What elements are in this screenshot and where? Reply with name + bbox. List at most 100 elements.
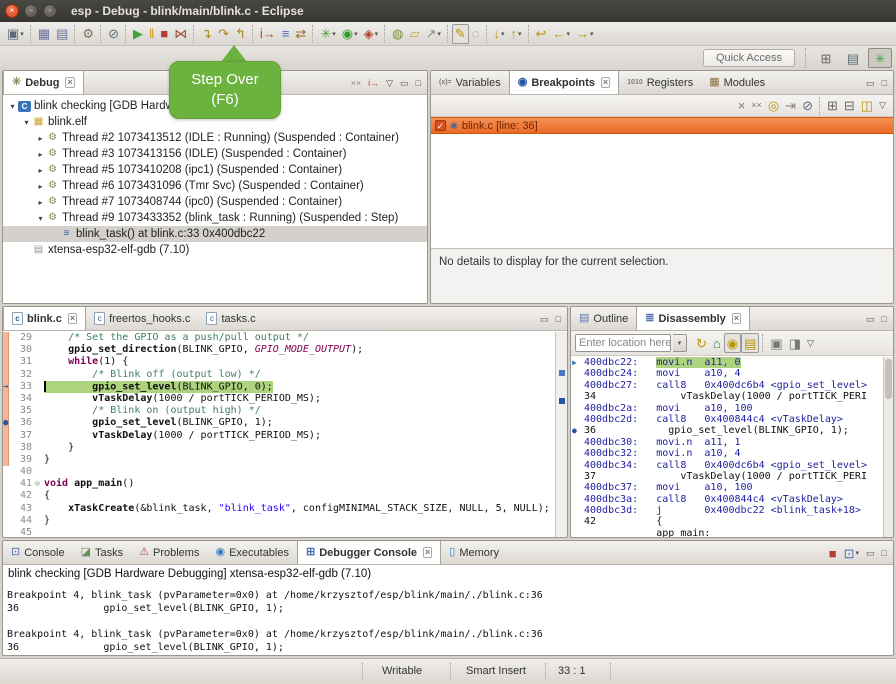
- step-filters-button[interactable]: ≡: [279, 24, 293, 44]
- link-with-debug-view-button[interactable]: ◫: [858, 96, 876, 116]
- disassembly-gutter[interactable]: ●: [571, 425, 584, 436]
- breakpoints-panel-tab-breakpoints[interactable]: ◉Breakpoints×: [509, 71, 619, 94]
- coverage-button[interactable]: ◍: [389, 24, 406, 44]
- debug-tree-item[interactable]: ▤xtensa-esp32-elf-gdb (7.10): [3, 242, 427, 258]
- maximize-button[interactable]: □: [879, 544, 890, 562]
- launch-button[interactable]: ↗▾: [422, 24, 443, 44]
- disassembly-gutter[interactable]: [571, 403, 584, 414]
- previous-annotation-button[interactable]: ↑▾: [508, 24, 525, 44]
- minimize-button[interactable]: ▭: [863, 74, 878, 92]
- step-into-button[interactable]: ↴: [198, 24, 215, 44]
- remove-breakpoint-button[interactable]: ×: [735, 96, 749, 116]
- minimize-button[interactable]: ▭: [863, 310, 878, 328]
- annotation-gutter[interactable]: [3, 503, 13, 515]
- minimize-button[interactable]: ▭: [537, 310, 552, 328]
- go-home-button[interactable]: ⌂: [710, 333, 724, 353]
- skip-all-breakpoints-button[interactable]: ⊘: [105, 24, 122, 44]
- breakpoint-icon[interactable]: ●: [3, 417, 8, 429]
- disassembly-gutter[interactable]: [571, 437, 584, 448]
- view-menu-button[interactable]: ▽: [383, 74, 396, 92]
- ip-ruler-marker[interactable]: [559, 370, 565, 376]
- breakpoints-panel-tab-modules[interactable]: ▦Modules: [701, 71, 773, 94]
- show-source-button[interactable]: ▤: [741, 333, 759, 353]
- mark-occurrences-button[interactable]: ✎: [452, 24, 469, 44]
- code-line-32[interactable]: 32 /* Blink off (output low) */: [3, 369, 555, 381]
- debug-tree-item[interactable]: ≡blink_task() at blink.c:33 0x400dbc22: [3, 226, 427, 242]
- breakpoint-row[interactable]: ✓ ◉ blink.c [line: 36]: [431, 117, 893, 134]
- annotation-gutter[interactable]: [3, 515, 13, 527]
- remove-all-breakpoints-button[interactable]: ××: [748, 96, 765, 116]
- instruction-stepping-mode-button[interactable]: i→: [365, 74, 382, 92]
- display-selected-console-button[interactable]: ⊡▾: [841, 544, 862, 562]
- last-edit-location-button[interactable]: ↩: [533, 24, 550, 44]
- maximize-window-button[interactable]: ▫: [43, 4, 57, 18]
- pin-view-button[interactable]: ◨: [786, 333, 804, 353]
- code-line-39[interactable]: 39}: [3, 454, 555, 466]
- annotation-gutter[interactable]: [3, 527, 13, 537]
- twistie-icon[interactable]: ▾: [35, 214, 46, 223]
- breakpoint-ruler-marker[interactable]: [559, 398, 565, 404]
- maximize-button[interactable]: □: [879, 310, 890, 328]
- annotation-gutter[interactable]: [3, 442, 13, 454]
- close-tab-icon[interactable]: ×: [732, 313, 741, 324]
- disassembly-line[interactable]: ▶400dbc22: movi.n a11, 0: [571, 357, 883, 368]
- remove-all-terminated-button[interactable]: ××: [348, 74, 365, 92]
- disassembly-gutter[interactable]: [571, 448, 584, 459]
- instruction-stepping-button[interactable]: i→: [257, 24, 279, 44]
- maximize-button[interactable]: □: [413, 74, 424, 92]
- annotation-gutter[interactable]: [3, 490, 13, 502]
- disassembly-gutter[interactable]: [571, 391, 584, 402]
- console-panel-tab-memory[interactable]: ▯Memory: [441, 541, 507, 564]
- disassembly-line[interactable]: 400dbc32: movi.n a10, 4: [571, 448, 883, 459]
- debug-tree-item[interactable]: ▸⚙Thread #6 1073431096 (Tmr Svc) (Suspen…: [3, 178, 427, 194]
- code-line-34[interactable]: 34 vTaskDelay(1000 / portTICK_PERIOD_MS)…: [3, 393, 555, 405]
- debug-button[interactable]: ✳▾: [317, 24, 338, 44]
- disassembly-line[interactable]: 400dbc3d: j 0x400dbc22 <blink_task+18>: [571, 505, 883, 516]
- code-line-29[interactable]: 29 /* Set the GPIO as a push/pull output…: [3, 332, 555, 344]
- external-tools-button[interactable]: ◈▾: [361, 24, 382, 44]
- code-line-38[interactable]: 38 }: [3, 442, 555, 454]
- editor-tab-blink-c[interactable]: cblink.c×: [3, 307, 86, 330]
- back-button[interactable]: ←▾: [549, 24, 573, 44]
- disassembly-gutter[interactable]: ▶: [571, 357, 584, 368]
- annotations-button[interactable]: ◌: [469, 24, 483, 44]
- annotation-gutter[interactable]: ●: [3, 417, 13, 429]
- twistie-icon[interactable]: ▸: [35, 198, 46, 207]
- code-line-44[interactable]: 44}: [3, 515, 555, 527]
- build-button[interactable]: ⚙: [79, 24, 97, 44]
- code-line-35[interactable]: 35 /* Blink on (output high) */: [3, 405, 555, 417]
- save-all-button[interactable]: ▤: [53, 24, 71, 44]
- editor-tab-tasks-c[interactable]: ctasks.c: [198, 307, 263, 330]
- refresh-view-button[interactable]: ↻: [693, 333, 710, 353]
- disassembly-scrollbar[interactable]: [883, 357, 893, 537]
- fold-icon[interactable]: ⊖: [35, 478, 44, 490]
- step-over-button[interactable]: ↷: [215, 24, 232, 44]
- reverse-debug-button[interactable]: ⇄: [292, 24, 309, 44]
- view-menu-button[interactable]: ▽: [876, 96, 889, 116]
- annotation-gutter[interactable]: →: [3, 381, 13, 393]
- annotation-gutter[interactable]: [3, 356, 13, 368]
- annotation-gutter[interactable]: [3, 393, 13, 405]
- open-new-view-button[interactable]: ▣: [767, 333, 785, 353]
- annotation-gutter[interactable]: [3, 344, 13, 356]
- close-tab-icon[interactable]: ×: [601, 77, 610, 88]
- location-input[interactable]: Enter location here: [575, 334, 671, 352]
- disassembly-gutter[interactable]: [571, 482, 584, 493]
- minimize-window-button[interactable]: −: [24, 4, 38, 18]
- annotation-gutter[interactable]: [3, 466, 13, 478]
- view-menu-button[interactable]: ▽: [804, 333, 817, 353]
- code-line-36[interactable]: ●36 gpio_set_level(BLINK_GPIO, 1);: [3, 417, 555, 429]
- annotation-gutter[interactable]: [3, 454, 13, 466]
- run-button[interactable]: ◉▾: [339, 24, 361, 44]
- twistie-icon[interactable]: ▸: [35, 150, 46, 159]
- step-return-button[interactable]: ↰: [232, 24, 249, 44]
- disassembly-panel-tab-disassembly[interactable]: ≣Disassembly×: [636, 307, 750, 330]
- forward-button[interactable]: →▾: [573, 24, 597, 44]
- debug-tree-item[interactable]: ▸⚙Thread #7 1073408744 (ipc0) (Suspended…: [3, 194, 427, 210]
- code-line-40[interactable]: 40: [3, 466, 555, 478]
- new-wizard-button[interactable]: ▣▾: [4, 24, 27, 44]
- code-line-43[interactable]: 43 xTaskCreate(&blink_task, "blink_task"…: [3, 503, 555, 515]
- location-dropdown-icon[interactable]: ▾: [673, 334, 687, 352]
- twistie-icon[interactable]: ▸: [35, 166, 46, 175]
- debug-tree-item[interactable]: ▸⚙Thread #5 1073410208 (ipc1) (Suspended…: [3, 162, 427, 178]
